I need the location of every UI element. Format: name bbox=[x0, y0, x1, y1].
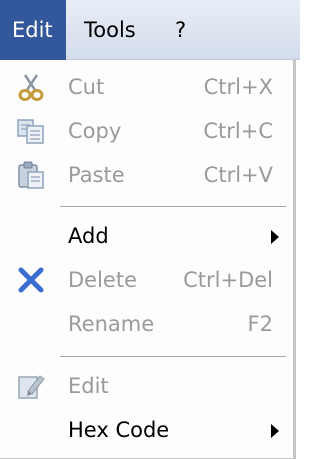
copy-icon bbox=[16, 116, 46, 146]
menu-item-label: Rename bbox=[68, 312, 155, 336]
menubar-edit[interactable]: Edit bbox=[0, 0, 66, 60]
menu-item-paste[interactable]: Paste Ctrl+V bbox=[0, 154, 293, 198]
paste-icon bbox=[16, 160, 46, 190]
menubar-help[interactable]: ? bbox=[165, 0, 196, 60]
menu-item-hex-code[interactable]: Hex Code bbox=[0, 409, 293, 453]
shortcut-label: Ctrl+C bbox=[203, 119, 273, 143]
menu-item-label: Copy bbox=[68, 119, 122, 143]
menu-item-copy[interactable]: Copy Ctrl+C bbox=[0, 110, 293, 154]
delete-x-icon bbox=[16, 265, 46, 295]
menu-item-label: Add bbox=[68, 224, 109, 248]
shortcut-label: Ctrl+V bbox=[203, 163, 273, 187]
menu-item-rename[interactable]: Rename F2 bbox=[0, 303, 293, 347]
menu-separator bbox=[60, 356, 286, 358]
menu-separator bbox=[60, 206, 286, 208]
menu-item-cut[interactable]: Cut Ctrl+X bbox=[0, 66, 293, 110]
scissors-icon bbox=[16, 72, 46, 102]
menu-item-edit[interactable]: Edit bbox=[0, 365, 293, 409]
menubar-tools[interactable]: Tools bbox=[74, 0, 146, 60]
menu-item-label: Cut bbox=[68, 75, 105, 99]
submenu-arrow-icon bbox=[271, 424, 279, 438]
menu-item-label: Hex Code bbox=[68, 418, 170, 442]
menu-item-delete[interactable]: Delete Ctrl+Del bbox=[0, 259, 293, 303]
shortcut-label: F2 bbox=[247, 312, 273, 336]
edit-dropdown-menu: Cut Ctrl+X Copy Ctrl+C Paste Ctrl+V Add … bbox=[0, 60, 296, 459]
menu-bar: Edit Tools ? bbox=[0, 0, 300, 60]
shortcut-label: Ctrl+X bbox=[203, 75, 273, 99]
menu-item-add[interactable]: Add bbox=[0, 215, 293, 259]
menu-item-label: Edit bbox=[68, 374, 109, 398]
submenu-arrow-icon bbox=[271, 230, 279, 244]
menu-item-label: Delete bbox=[68, 268, 137, 292]
edit-icon bbox=[16, 371, 46, 401]
menu-item-label: Paste bbox=[68, 163, 125, 187]
shortcut-label: Ctrl+Del bbox=[183, 268, 273, 292]
